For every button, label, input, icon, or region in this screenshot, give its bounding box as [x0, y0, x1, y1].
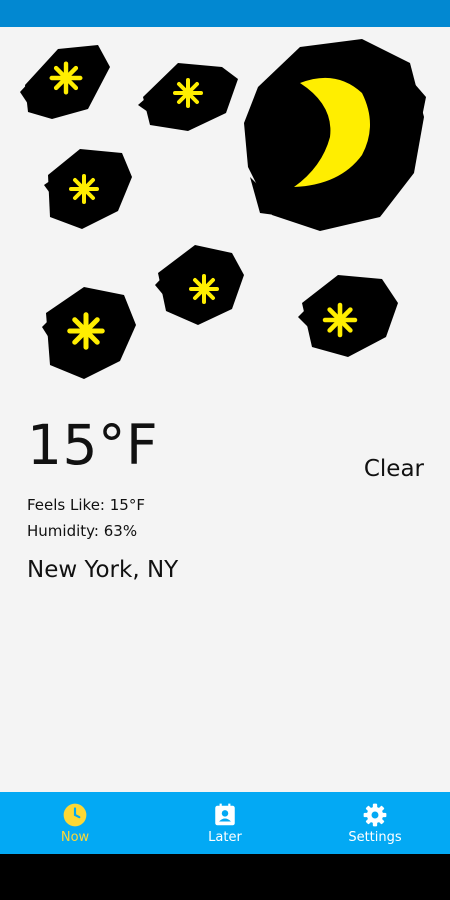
gear-icon: [363, 803, 387, 826]
star-icon: [138, 63, 238, 131]
location-name: New York, NY: [27, 557, 179, 583]
star-icon: [20, 45, 110, 119]
calendar-contact-icon: [215, 803, 235, 825]
nav-label-later: Later: [208, 829, 242, 845]
nav-label-settings: Settings: [348, 829, 402, 845]
humidity-text: Humidity: 63%: [27, 522, 138, 540]
clock-icon: [63, 803, 87, 826]
nav-item-settings[interactable]: Settings: [300, 792, 450, 854]
star-icon: [42, 287, 136, 379]
app-screen: 15°F Clear Feels Like: 15°F Humidity: 63…: [0, 0, 450, 900]
nav-label-now: Now: [60, 829, 90, 845]
temperature-value: 15°F: [27, 413, 159, 477]
night-sky-illustration: [20, 39, 426, 379]
star-icon: [155, 245, 244, 325]
feels-like-text: Feels Like: 15°F: [27, 496, 145, 514]
system-navigation-bar: [0, 854, 450, 900]
moon-icon: [244, 39, 426, 231]
nav-item-later[interactable]: Later: [150, 792, 300, 854]
bottom-navigation: Now Later Settings: [0, 792, 450, 854]
nav-item-now[interactable]: Now: [0, 792, 150, 854]
weather-condition: Clear: [363, 456, 424, 482]
star-icon: [298, 275, 398, 357]
status-bar: [0, 0, 450, 27]
star-icon: [44, 149, 132, 229]
